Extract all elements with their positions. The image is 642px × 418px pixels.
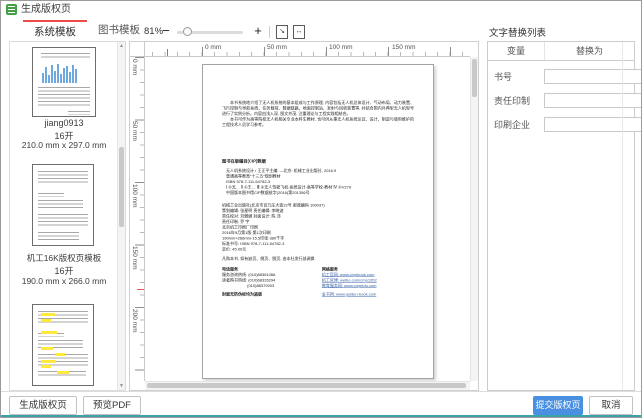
- ruler-label: 100 mm: [131, 184, 138, 207]
- document-preview-panel: 0 mm 50 mm 100 mm 150 mm 0 mm 50 mm 100 mm 150…: [129, 41, 479, 391]
- generate-copyright-page-button[interactable]: 生成版权页: [9, 396, 77, 415]
- window-bottom-accent: [1, 415, 641, 417]
- highlight-mark: [41, 331, 57, 334]
- toolbar-divider: [269, 26, 270, 38]
- replace-value-input[interactable]: [544, 93, 642, 108]
- intro-paragraph: 本书可作为高等院校无人机相关专业本科生教材, 也可供从事无人机系统论证、设计、制…: [222, 117, 414, 128]
- sidebar-scrollbar-thumb[interactable]: [119, 147, 124, 227]
- replace-value-input[interactable]: [544, 69, 642, 84]
- submit-copyright-page-button[interactable]: 提交版权页: [533, 396, 583, 415]
- zoom-slider-thumb[interactable]: [183, 27, 192, 36]
- ruler-marker-red: [137, 289, 144, 290]
- preview-canvas[interactable]: 本书系统地介绍了无人机系统的基本组成与工作原理, 内容包括无人机总体设计、气动布…: [145, 57, 470, 381]
- cip-heading: 图书在版编目(CIP)数据: [222, 159, 414, 165]
- replace-list-table: 变量 替换为 书号 责任印制 印刷企业: [487, 41, 635, 391]
- tab-book-templates[interactable]: 图书模板: [87, 20, 151, 41]
- highlight-mark: [41, 365, 51, 368]
- ruler-label: 50 mm: [267, 44, 287, 51]
- zoom-in-button[interactable]: +: [251, 23, 265, 39]
- preview-horizontal-scrollbar-thumb[interactable]: [147, 383, 466, 388]
- preview-pdf-button[interactable]: 预览PDF: [83, 396, 141, 415]
- replace-row: 责任印制: [488, 89, 634, 112]
- replace-list-title: 文字替换列表: [489, 25, 546, 39]
- fit-page-icon[interactable]: ↘: [276, 25, 288, 39]
- variable-label: 书号: [494, 70, 544, 83]
- app-icon: [6, 4, 17, 15]
- tab-system-templates[interactable]: 系统模板: [23, 20, 87, 41]
- ruler-label: 100 mm: [329, 44, 352, 51]
- replace-row: 书号: [488, 65, 634, 88]
- scroll-up-icon[interactable]: ▲: [118, 42, 125, 50]
- template-dimensions: 190.0 mm x 266.0 mm: [10, 276, 118, 286]
- preview-horizontal-scrollbar[interactable]: [145, 381, 470, 390]
- generate-copyright-page-window: 生成版权页 系统模板 图书模板 81% − + ↘ ↔ jiang0913 16…: [0, 0, 642, 418]
- vertical-ruler: 0 mm 50 mm 100 mm 150 mm 200 mm: [130, 57, 145, 381]
- fit-width-icon[interactable]: ↔: [293, 25, 305, 39]
- zoom-out-button[interactable]: −: [159, 23, 173, 39]
- thumb-text-lines: [68, 111, 90, 115]
- ruler-label: 50 mm: [131, 121, 138, 141]
- table-gutter-line: [622, 42, 623, 390]
- ruler-label: 200 mm: [131, 309, 138, 332]
- variable-label: 印刷企业: [494, 118, 544, 131]
- ruler-label: 0 mm: [131, 59, 138, 75]
- template-thumbnail-jigong16k[interactable]: [32, 164, 94, 246]
- scroll-down-icon[interactable]: ▼: [118, 382, 125, 390]
- thumb-text-lines: [38, 193, 64, 197]
- variable-label: 责任印制: [494, 94, 544, 107]
- publication-info-block: 机械工业出版社(北京市百万庄大街22号 邮政编码 100037)策划编辑: 张星…: [222, 203, 414, 262]
- replace-value-input[interactable]: [544, 117, 642, 132]
- column-variable: 变量: [488, 42, 545, 60]
- phone-line: (010)88379203: [222, 283, 322, 289]
- preview-vertical-scrollbar[interactable]: [470, 57, 478, 381]
- ruler-label: 0 mm: [205, 44, 221, 51]
- network-line: 教育服务网: www.cmpedu.com: [322, 283, 414, 289]
- highlight-mark: [41, 360, 56, 363]
- footer-divider: [1, 391, 641, 392]
- goldenbook-link: 金书网: www.golden-book.com: [322, 292, 414, 298]
- highlight-mark: [41, 347, 53, 350]
- template-list-panel: jiang0913 16开 210.0 mm x 297.0 mm 机工16K版…: [9, 41, 126, 391]
- cancel-button[interactable]: 取消: [589, 396, 633, 415]
- template-name: 机工16K版权页模板: [10, 252, 118, 264]
- title-bar: 生成版权页: [1, 1, 641, 18]
- ruler-label: 150 mm: [131, 246, 138, 269]
- thumb-text-lines: [38, 232, 79, 242]
- sidebar-scrollbar[interactable]: ▲ ▼: [117, 42, 125, 390]
- replace-row: 印刷企业: [488, 113, 634, 136]
- thumb-text-lines: [38, 214, 88, 228]
- ruler-corner: [130, 42, 145, 57]
- page-content: 本书系统地介绍了无人机系统的基本组成与工作原理, 内容包括无人机总体设计、气动布…: [203, 65, 433, 297]
- template-name: jiang0913: [10, 118, 118, 128]
- thumb-text-lines: [41, 53, 90, 60]
- intro-paragraph: 本书系统地介绍了无人机系统的基本组成与工作原理, 内容包括无人机总体设计、气动布…: [222, 100, 414, 117]
- info-line: 凡购本书, 如有缺页、倒页、脱页, 由本社发行部调换: [222, 256, 414, 262]
- template-thumbnail-jiang0913[interactable]: [32, 47, 96, 117]
- template-thumbnail-highlighted[interactable]: [32, 304, 94, 386]
- highlight-mark: [55, 353, 65, 356]
- highlight-mark: [41, 319, 51, 322]
- cip-line: 中国版本图书馆CIP数据核字(2016)第201356号: [222, 190, 414, 196]
- contact-block: 电话服务 服务咨询热线: (010)88361066读者购书热线: (010)6…: [222, 267, 414, 289]
- copyright-page-preview[interactable]: 本书系统地介绍了无人机系统的基本组成与工作原理, 内容包括无人机总体设计、气动布…: [202, 64, 434, 379]
- replace-table-header: 变量 替换为: [488, 42, 634, 61]
- highlight-mark: [41, 313, 55, 316]
- ruler-label: 150 mm: [392, 44, 415, 51]
- column-replace-with: 替换为: [545, 42, 634, 60]
- cip-block: 无人机系统设计 / 王正平主编. —北京: 机械工业出版社, 2016.9普通高…: [222, 168, 414, 196]
- thumb-bar-chart: [42, 63, 86, 83]
- ruler-marker-red: [167, 49, 168, 56]
- page-bottom-row: 封面无防伪标均为盗版 金书网: www.golden-book.com: [222, 292, 414, 298]
- thumb-text-lines: [38, 200, 83, 210]
- highlight-mark: [57, 371, 69, 374]
- anti-piracy-note: 封面无防伪标均为盗版: [222, 292, 322, 298]
- template-dimensions: 210.0 mm x 297.0 mm: [10, 140, 118, 150]
- horizontal-ruler: 0 mm 50 mm 100 mm 150 mm: [145, 42, 470, 57]
- preview-vertical-scrollbar-thumb[interactable]: [472, 59, 477, 97]
- thumb-text-lines: [38, 171, 88, 185]
- thumb-text-lines: [38, 87, 90, 108]
- info-line: 定价: 45.00元: [222, 247, 414, 253]
- window-title: 生成版权页: [21, 3, 71, 16]
